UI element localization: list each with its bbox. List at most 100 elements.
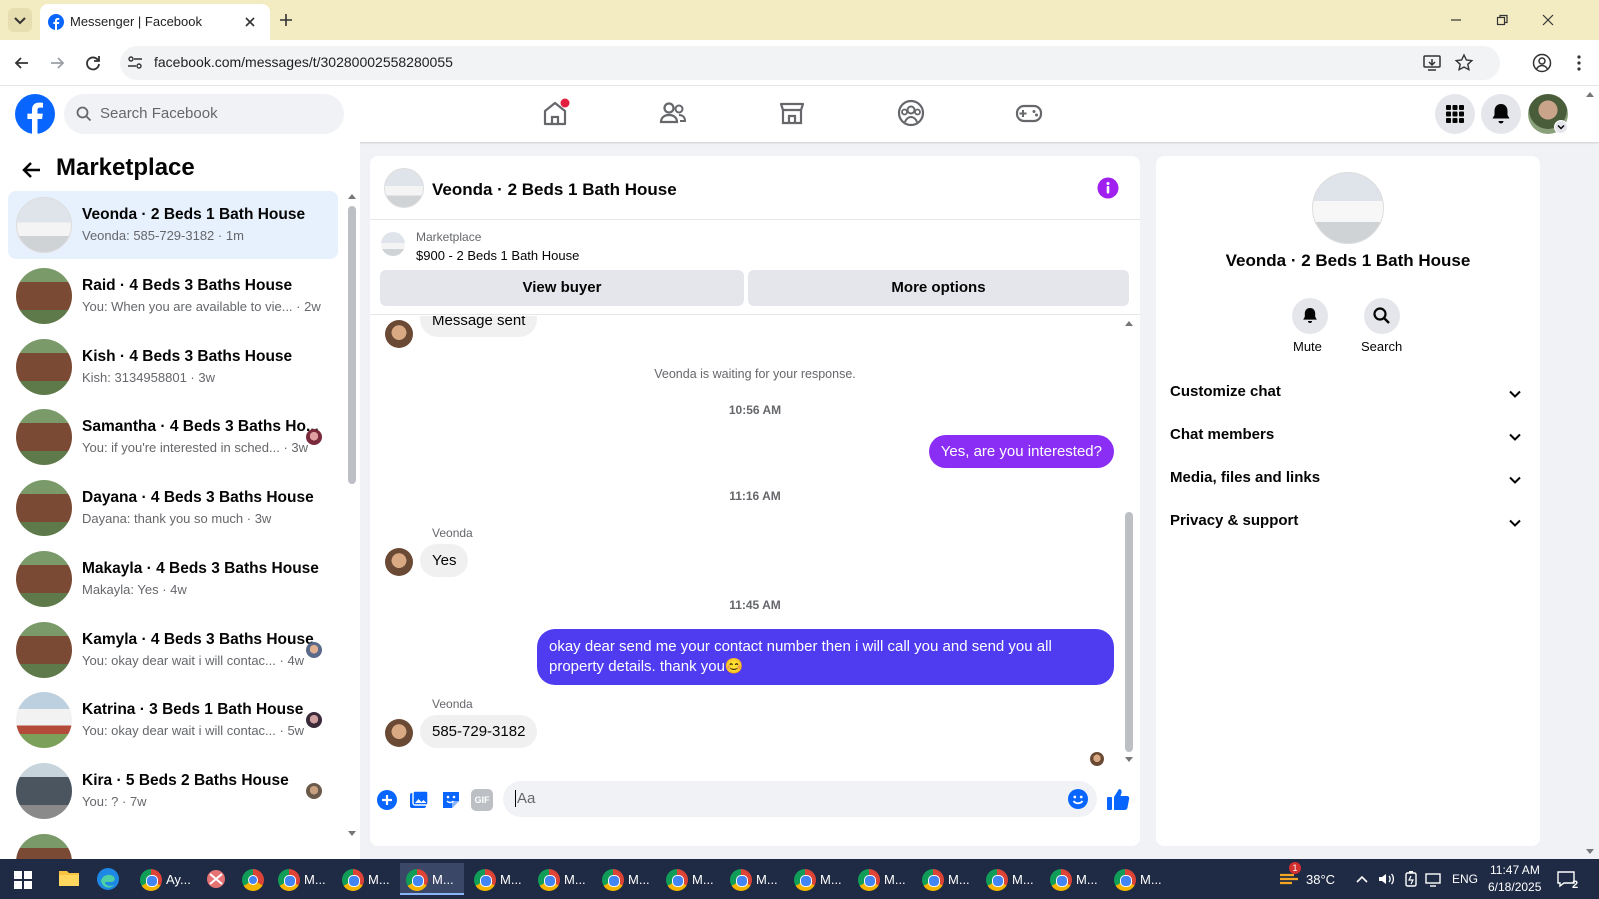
message-bubble-incoming[interactable]: 585-729-3182: [420, 715, 538, 748]
taskbar-app[interactable]: M...: [336, 863, 394, 895]
conversation-item-partial[interactable]: [8, 828, 338, 859]
info-icon[interactable]: [1097, 177, 1119, 199]
close-window-icon[interactable]: [1540, 12, 1556, 28]
chat-members-section[interactable]: Chat members: [1170, 416, 1526, 456]
customize-chat-section[interactable]: Customize chat: [1170, 373, 1526, 413]
message-bubble-outgoing[interactable]: Yes, are you interested?: [928, 435, 1114, 468]
taskbar-app[interactable]: M...: [980, 863, 1038, 895]
conversation-item[interactable]: Dayana · 4 Beds 3 Baths House Dayana: th…: [8, 474, 338, 542]
mute-button[interactable]: Mute: [1290, 298, 1330, 358]
taskbar-app[interactable]: M...: [1108, 863, 1166, 895]
groups-nav-icon[interactable]: [896, 98, 926, 128]
language-indicator[interactable]: ENG: [1452, 872, 1478, 886]
clock-date[interactable]: 6/18/2025: [1488, 880, 1541, 894]
message-bubble-incoming[interactable]: Yes: [420, 544, 469, 577]
chat-scroll-up-icon[interactable]: [1124, 319, 1134, 327]
sticker-icon[interactable]: [440, 789, 462, 811]
more-options-button[interactable]: More options: [748, 270, 1129, 306]
weather-widget[interactable]: 1 38°C: [1276, 862, 1356, 895]
media-files-links-section[interactable]: Media, files and links: [1170, 459, 1526, 499]
conversation-item[interactable]: Makayla · 4 Beds 3 Baths House Makayla: …: [8, 545, 338, 613]
conversation-item[interactable]: Samantha · 4 Beds 3 Baths Ho... You: if …: [8, 403, 338, 471]
taskbar-app[interactable]: M...: [468, 863, 526, 895]
more-actions-plus-icon[interactable]: [376, 789, 398, 811]
chrome-taskbar-icon[interactable]: [242, 869, 264, 891]
gif-button[interactable]: GIF: [471, 789, 493, 811]
tab-search-button[interactable]: [8, 8, 32, 32]
back-arrow-icon[interactable]: [20, 158, 44, 182]
taskbar-app[interactable]: M...: [916, 863, 974, 895]
browser-menu-icon[interactable]: [1569, 53, 1589, 73]
taskbar-app[interactable]: M...: [272, 863, 330, 895]
composer-bar: GIF Aa: [370, 776, 1140, 846]
list-scroll-up-icon[interactable]: [347, 192, 357, 200]
message-input[interactable]: Aa: [503, 781, 1097, 817]
volume-icon[interactable]: [1377, 870, 1395, 888]
list-scroll-down-icon[interactable]: [347, 830, 357, 838]
message-bubble-incoming[interactable]: Message sent: [420, 316, 538, 337]
profile-icon[interactable]: [1532, 53, 1552, 73]
emoji-icon[interactable]: [1067, 788, 1089, 810]
browser-tab-active[interactable]: Messenger | Facebook: [40, 4, 270, 40]
snipping-tool-icon[interactable]: [204, 868, 228, 890]
taskbar-app[interactable]: M...: [788, 863, 846, 895]
windows-start-icon[interactable]: [14, 871, 32, 889]
restore-icon[interactable]: [1494, 12, 1510, 28]
edge-browser-icon[interactable]: [96, 867, 120, 891]
view-buyer-button[interactable]: View buyer: [380, 270, 744, 306]
conversation-item[interactable]: Kish · 4 Beds 3 Baths House Kish: 313495…: [8, 333, 338, 401]
message-bubble-outgoing[interactable]: okay dear send me your contact number th…: [537, 629, 1114, 685]
info-avatar[interactable]: [1312, 172, 1384, 244]
minimize-icon[interactable]: [1448, 12, 1464, 28]
like-thumbs-up-icon[interactable]: [1105, 786, 1131, 812]
site-info-icon[interactable]: [126, 54, 144, 72]
address-bar[interactable]: facebook.com/messages/t/3028000255828005…: [120, 46, 1500, 80]
account-avatar[interactable]: [1528, 94, 1568, 134]
facebook-logo-icon[interactable]: [15, 94, 55, 134]
battery-icon[interactable]: [1403, 870, 1419, 888]
listing-price[interactable]: $900 - 2 Beds 1 Bath House: [416, 248, 579, 263]
file-explorer-icon[interactable]: [58, 868, 80, 888]
taskbar-app[interactable]: M...: [852, 863, 910, 895]
chat-scroll-down-icon[interactable]: [1124, 756, 1134, 764]
forward-icon[interactable]: [47, 53, 67, 73]
taskbar-app[interactable]: M...: [596, 863, 654, 895]
conversation-item[interactable]: Kira · 5 Beds 2 Baths House You: ? · 7w: [8, 757, 338, 825]
new-tab-icon[interactable]: [278, 12, 294, 28]
marketplace-nav-icon[interactable]: [777, 98, 807, 128]
chat-avatar[interactable]: [384, 168, 424, 208]
taskbar-app-active[interactable]: M...: [400, 863, 464, 895]
conversation-item[interactable]: Veonda · 2 Beds 1 Bath House Veonda: 585…: [8, 191, 338, 259]
search-in-conversation-button[interactable]: Search: [1358, 298, 1406, 358]
conversation-scrollbar[interactable]: [348, 206, 356, 484]
bookmark-star-icon[interactable]: [1454, 53, 1474, 73]
home-nav-icon[interactable]: [540, 98, 570, 128]
conversation-item[interactable]: Katrina · 3 Beds 1 Bath House You: okay …: [8, 686, 338, 754]
facebook-search-input[interactable]: Search Facebook: [64, 94, 344, 134]
taskbar-app[interactable]: Ay...: [134, 863, 192, 895]
reload-icon[interactable]: [83, 53, 103, 73]
show-hidden-icons-icon[interactable]: [1355, 873, 1369, 885]
install-app-icon[interactable]: [1422, 53, 1442, 73]
privacy-support-section[interactable]: Privacy & support: [1170, 502, 1526, 542]
taskbar-app[interactable]: M...: [724, 863, 782, 895]
chat-scrollbar[interactable]: [1125, 512, 1133, 752]
notifications-button[interactable]: [1481, 94, 1521, 134]
conversation-item[interactable]: Kamyla · 4 Beds 3 Baths House You: okay …: [8, 616, 338, 684]
page-scroll-up-icon[interactable]: [1585, 90, 1595, 98]
network-icon[interactable]: [1425, 870, 1443, 888]
menu-grid-button[interactable]: [1435, 94, 1475, 134]
attach-photo-icon[interactable]: [408, 789, 430, 811]
taskbar-app[interactable]: M...: [660, 863, 718, 895]
close-tab-icon[interactable]: [242, 14, 258, 30]
taskbar-app[interactable]: M...: [532, 863, 590, 895]
page-scroll-down-icon[interactable]: [1585, 848, 1595, 856]
conversation-item[interactable]: Raid · 4 Beds 3 Baths House You: When yo…: [8, 262, 338, 330]
listing-mini-thumb[interactable]: [381, 232, 405, 256]
gaming-nav-icon[interactable]: [1014, 98, 1044, 128]
friends-nav-icon[interactable]: [658, 98, 688, 128]
taskbar-app[interactable]: M...: [1044, 863, 1102, 895]
back-icon[interactable]: [12, 53, 32, 73]
clock-time[interactable]: 11:47 AM: [1490, 863, 1540, 877]
chat-title[interactable]: Veonda · 2 Beds 1 Bath House: [432, 180, 677, 200]
